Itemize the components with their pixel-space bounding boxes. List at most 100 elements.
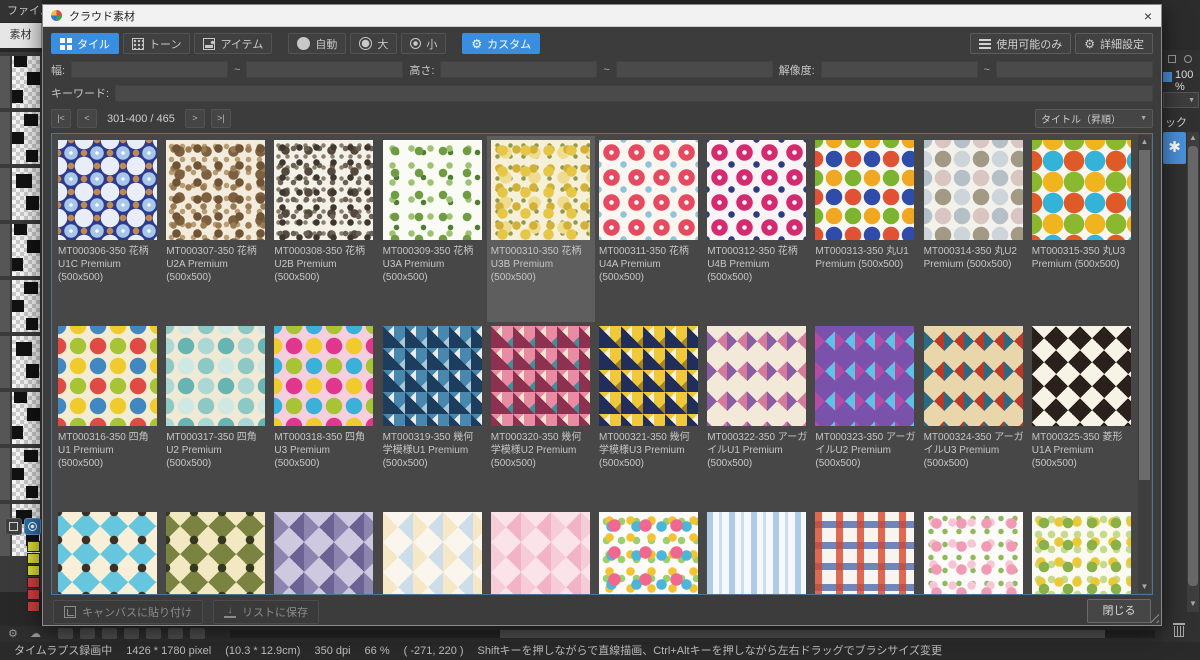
close-icon[interactable]: ×: [1144, 9, 1152, 23]
materials-scrollbar[interactable]: ▲ ▼: [1138, 135, 1151, 593]
palette-footer-icon[interactable]: [168, 628, 183, 639]
palette-footer-icon[interactable]: [58, 628, 73, 639]
paste-to-canvas-mini-button[interactable]: [5, 518, 22, 535]
material-item[interactable]: MT000321-350 幾何学模様U3 Premium (500x500): [595, 322, 703, 508]
material-item[interactable]: [162, 508, 270, 595]
tag-swatch-red[interactable]: [27, 589, 40, 600]
panel-scrollbar-thumb[interactable]: [1188, 146, 1198, 586]
sidebar-material-row[interactable]: [0, 336, 42, 388]
material-item[interactable]: MT000323-350 アーガイルU2 Premium (500x500): [811, 322, 919, 508]
sidebar-pattern-thumbnail[interactable]: [12, 168, 40, 220]
horizontal-scrollbar-thumb[interactable]: [500, 630, 1105, 638]
zoom-slider-handle[interactable]: [1163, 72, 1172, 82]
gear-icon[interactable]: ⚙: [8, 626, 18, 642]
material-thumbnail[interactable]: [58, 512, 157, 595]
palette-footer-icon[interactable]: [80, 628, 95, 639]
palette-footer-icon[interactable]: [124, 628, 139, 639]
material-thumbnail[interactable]: [491, 140, 590, 240]
sidebar-material-row[interactable]: [0, 224, 42, 276]
material-item[interactable]: MT000314-350 丸U2 Premium (500x500): [920, 136, 1028, 322]
material-thumbnail[interactable]: [274, 326, 373, 426]
panel-close-icon[interactable]: [1184, 55, 1192, 63]
sidebar-material-row[interactable]: [0, 112, 42, 164]
next-page-button[interactable]: >: [185, 109, 205, 128]
materials-scrollbar-thumb[interactable]: [1139, 150, 1150, 480]
material-thumbnail[interactable]: [491, 326, 590, 426]
material-thumbnail[interactable]: [491, 512, 590, 595]
material-item[interactable]: MT000310-350 花柄 U3B Premium (500x500): [487, 136, 595, 322]
material-thumbnail[interactable]: [166, 140, 265, 240]
material-thumbnail[interactable]: [815, 326, 914, 426]
material-thumbnail[interactable]: [924, 326, 1023, 426]
sidebar-material-row[interactable]: [0, 168, 42, 220]
material-item[interactable]: MT000311-350 花柄 U4A Premium (500x500): [595, 136, 703, 322]
tag-swatch-yellow[interactable]: [27, 553, 40, 564]
material-thumbnail[interactable]: [383, 512, 482, 595]
material-item[interactable]: [920, 508, 1028, 595]
sidebar-pattern-thumbnail[interactable]: [12, 392, 40, 444]
material-item[interactable]: [54, 508, 162, 595]
material-item[interactable]: MT000319-350 幾何学模様U1 Premium (500x500): [379, 322, 487, 508]
sidebar-material-row[interactable]: [0, 280, 42, 332]
material-thumbnail[interactable]: [383, 140, 482, 240]
close-dialog-button[interactable]: 閉じる: [1087, 599, 1151, 623]
sidebar-pattern-thumbnail[interactable]: [12, 280, 40, 332]
material-item[interactable]: MT000313-350 丸U1 Premium (500x500): [811, 136, 919, 322]
material-thumbnail[interactable]: [924, 140, 1023, 240]
scroll-down-icon[interactable]: ▼: [1138, 580, 1151, 593]
material-thumbnail[interactable]: [1032, 140, 1131, 240]
material-item[interactable]: MT000315-350 丸U3 Premium (500x500): [1028, 136, 1136, 322]
material-thumbnail[interactable]: [274, 512, 373, 595]
resolution-max-input[interactable]: [996, 61, 1153, 78]
prev-page-button[interactable]: <: [77, 109, 97, 128]
material-thumbnail[interactable]: [815, 512, 914, 595]
panel-window-icon[interactable]: [1168, 55, 1176, 63]
scroll-up-icon[interactable]: ▲: [1187, 132, 1199, 144]
material-thumbnail[interactable]: [166, 512, 265, 595]
material-item[interactable]: MT000306-350 花柄 U1C Premium (500x500): [54, 136, 162, 322]
material-item[interactable]: MT000325-350 菱形 U1A Premium (500x500): [1028, 322, 1136, 508]
last-page-button[interactable]: >|: [211, 109, 231, 128]
sidebar-pattern-thumbnail[interactable]: [12, 56, 40, 108]
sidebar-pattern-thumbnail[interactable]: [12, 336, 40, 388]
cloud-sync-icon[interactable]: ☁: [30, 626, 41, 642]
material-thumbnail[interactable]: [383, 326, 482, 426]
tag-swatch-yellow[interactable]: [27, 541, 40, 552]
material-item[interactable]: MT000322-350 アーガイルU1 Premium (500x500): [703, 322, 811, 508]
material-thumbnail[interactable]: [599, 326, 698, 426]
material-item[interactable]: MT000317-350 四角U2 Premium (500x500): [162, 322, 270, 508]
height-min-input[interactable]: [440, 61, 597, 78]
material-list-sidebar[interactable]: [0, 52, 42, 592]
material-thumbnail[interactable]: [599, 140, 698, 240]
material-thumbnail[interactable]: [815, 140, 914, 240]
tab-item[interactable]: アイテム: [194, 33, 272, 54]
panel-dropdown[interactable]: ▼: [1163, 92, 1199, 108]
material-item[interactable]: [1028, 508, 1136, 595]
palette-footer-icon[interactable]: [146, 628, 161, 639]
width-max-input[interactable]: [246, 61, 403, 78]
material-thumbnail[interactable]: [1032, 512, 1131, 595]
material-thumbnail[interactable]: [707, 326, 806, 426]
tag-swatch-red[interactable]: [27, 601, 40, 612]
width-min-input[interactable]: [71, 61, 228, 78]
material-thumbnail[interactable]: [707, 140, 806, 240]
panel-scrollbar[interactable]: ▲ ▼: [1187, 132, 1199, 612]
available-only-button[interactable]: 使用可能のみ: [970, 33, 1071, 54]
material-item[interactable]: MT000324-350 アーガイルU3 Premium (500x500): [920, 322, 1028, 508]
material-thumbnail[interactable]: [166, 326, 265, 426]
material-item[interactable]: [703, 508, 811, 595]
material-item[interactable]: MT000308-350 花柄 U2B Premium (500x500): [270, 136, 378, 322]
sub-tool-button[interactable]: ✱: [1163, 132, 1186, 164]
material-item[interactable]: MT000309-350 花柄 U3A Premium (500x500): [379, 136, 487, 322]
size-filter-custom[interactable]: ⚙カスタム: [462, 33, 540, 54]
tab-tile[interactable]: タイル: [51, 33, 119, 54]
material-item[interactable]: [270, 508, 378, 595]
material-thumbnail[interactable]: [58, 140, 157, 240]
file-menu[interactable]: ファイル(: [0, 0, 42, 22]
material-item[interactable]: [487, 508, 595, 595]
tag-swatch-yellow[interactable]: [27, 565, 40, 576]
trash-icon[interactable]: [1172, 623, 1186, 637]
material-item[interactable]: MT000318-350 四角U3 Premium (500x500): [270, 322, 378, 508]
tag-swatch-red[interactable]: [27, 577, 40, 588]
material-thumbnail[interactable]: [599, 512, 698, 595]
